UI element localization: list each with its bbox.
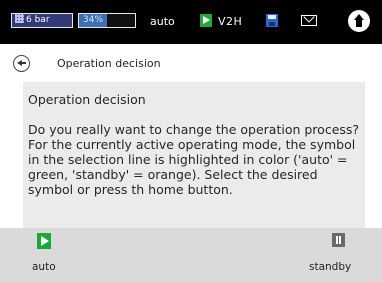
selection-bar: auto standby — [0, 228, 382, 282]
page-header: Operation decision — [0, 47, 382, 81]
save-icon[interactable] — [266, 14, 278, 27]
dialog-content: Operation decision Do you really want to… — [23, 82, 365, 228]
pressure-indicator: 6 bar — [11, 13, 73, 28]
content-heading: Operation decision — [28, 92, 146, 107]
page-title: Operation decision — [57, 57, 161, 70]
content-body-text: Do you really want to change the operati… — [28, 122, 360, 197]
standby-button-label: standby — [309, 261, 352, 273]
pressure-value: 6 bar — [26, 15, 50, 25]
pause-icon — [332, 233, 345, 247]
mail-icon[interactable] — [301, 15, 317, 26]
battery-level-indicator: 34% — [78, 13, 136, 28]
back-arrow-icon[interactable] — [13, 55, 30, 72]
auto-button-label: auto — [32, 261, 56, 273]
auto-button[interactable]: auto — [23, 231, 73, 279]
battery-level-value: 34% — [83, 15, 104, 25]
operating-mode-label: auto — [150, 15, 175, 28]
v2h-label: V2H — [218, 15, 243, 28]
status-bar: 6 bar 34% auto V2H — [0, 0, 382, 44]
standby-button[interactable]: standby — [300, 231, 370, 279]
grid-icon — [15, 14, 24, 23]
home-icon[interactable] — [348, 10, 370, 32]
play-icon — [200, 14, 212, 27]
play-icon — [37, 233, 51, 249]
screen: 6 bar 34% auto V2H Operation decision Op… — [0, 0, 382, 282]
